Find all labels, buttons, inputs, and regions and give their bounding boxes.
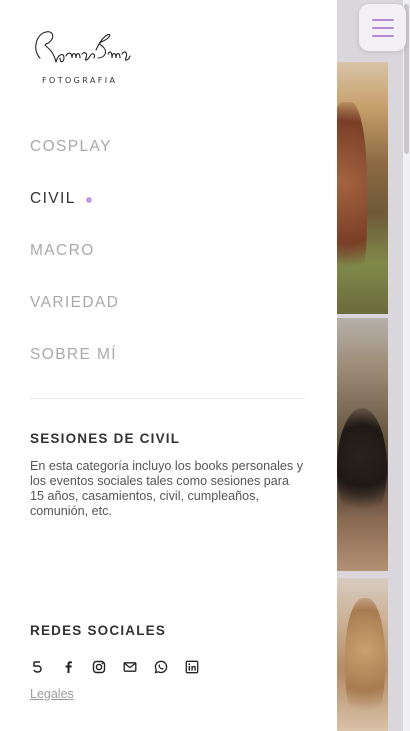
linkedin-icon[interactable] [185,660,199,674]
legal-link[interactable]: Legales [30,687,74,701]
brand-logo[interactable]: FOTOGRAFIA [30,28,131,88]
gallery-photo[interactable] [337,318,388,571]
menu-toggle-button[interactable] [359,4,406,51]
nav-item-civil[interactable]: CIVIL [30,190,119,242]
nav-item-sobre-mi[interactable]: SOBRE MÍ [30,346,119,398]
hamburger-icon-bar [371,18,394,21]
active-indicator-dot [86,197,92,203]
section-description: En esta categoría incluyo los books pers… [30,459,304,518]
hamburger-icon-bar [371,34,394,37]
nav-item-label: CIVIL [30,190,76,207]
divider [30,398,305,399]
signature-logo-icon [35,31,131,63]
brand-subtitle: FOTOGRAFIA [42,76,118,85]
instagram-icon[interactable] [92,660,106,674]
hamburger-icon-bar [371,26,394,29]
social-title: REDES SOCIALES [30,623,167,638]
email-icon[interactable] [123,660,137,674]
gallery-photo[interactable] [337,62,388,314]
gallery-photo[interactable] [337,578,388,731]
section-title: SESIONES DE CIVIL [30,431,181,446]
whatsapp-icon[interactable] [154,660,168,674]
nav-item-macro[interactable]: MACRO [30,242,119,294]
nav-item-variedad[interactable]: VARIEDAD [30,294,119,346]
nav-item-cosplay[interactable]: COSPLAY [30,138,119,190]
social-links [30,660,199,674]
500px-icon[interactable] [30,660,44,674]
category-nav: COSPLAY CIVIL MACRO VARIEDAD SOBRE MÍ [30,138,119,398]
side-drawer: FOTOGRAFIA COSPLAY CIVIL MACRO VARIEDAD … [0,0,337,731]
facebook-icon[interactable] [61,660,75,674]
